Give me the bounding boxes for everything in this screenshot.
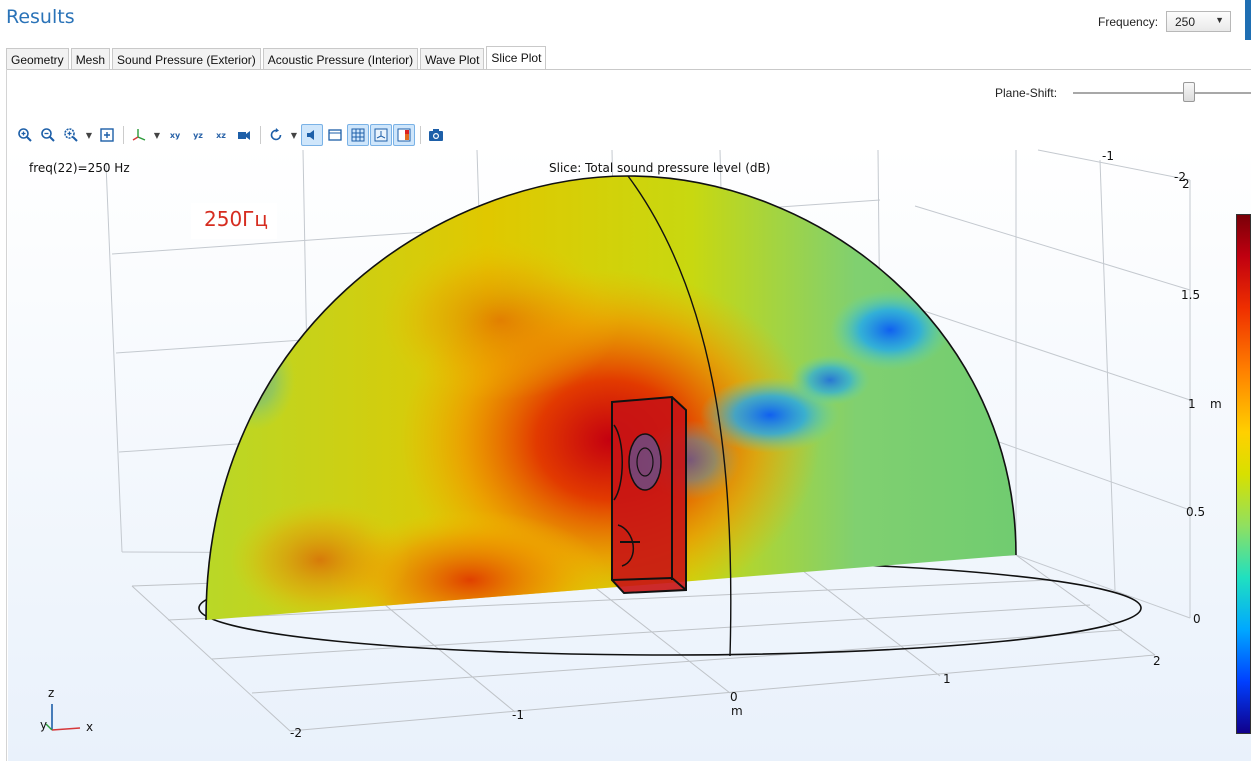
xy-view-icon[interactable]: xy [164,124,186,146]
chevron-down-icon[interactable]: ▼ [151,124,163,146]
tab-geometry[interactable]: Geometry [6,48,69,70]
back-tick-label: -2 [1174,170,1186,184]
scene-light-icon[interactable] [324,124,346,146]
color-legend-bar [1236,214,1251,734]
yz-view-icon[interactable]: yz [187,124,209,146]
tab-wave-plot[interactable]: Wave Plot [420,48,485,70]
triad-x-label: x [86,720,93,734]
tab-sound-pressure-exterior[interactable]: Sound Pressure (Exterior) [112,48,261,70]
chevron-down-icon: ▼ [1215,15,1224,25]
tab-slice-plot[interactable]: Slice Plot [486,46,547,69]
panel-border [6,69,7,761]
triad-y-label: y [40,718,47,732]
plot-tabs: Geometry Mesh Sound Pressure (Exterior) … [6,46,548,70]
z-tick-label: 1 [1188,397,1196,411]
rotate-icon[interactable] [265,124,287,146]
x-tick-label: 0 [730,690,738,704]
x-tick-label: -2 [290,726,302,740]
axis-icon[interactable] [370,124,392,146]
zoom-out-icon[interactable] [37,124,59,146]
tab-mesh[interactable]: Mesh [70,48,111,70]
results-window: Results Frequency: 250 ▼ Geometry Mesh S… [0,0,1251,761]
triad-z-label: z [48,686,54,700]
z-tick-label: 1.5 [1181,288,1200,302]
plane-shift-slider-thumb[interactable] [1182,82,1195,102]
z-tick-label: 0.5 [1186,505,1205,519]
plane-shift-slider-track[interactable] [1073,92,1251,94]
color-legend-icon[interactable] [393,124,415,146]
slice-plot-title: Slice: Total sound pressure level (dB) [549,161,771,175]
x-tick-label: 2 [1153,654,1161,668]
x-tick-label: -1 [512,708,524,722]
xz-view-icon[interactable]: xz [210,124,232,146]
frequency-value: 250 [1175,15,1196,29]
chevron-down-icon[interactable]: ▼ [288,124,300,146]
grid-icon[interactable] [347,124,369,146]
axis-orientation-icon[interactable] [128,124,150,146]
chevron-down-icon[interactable]: ▼ [83,124,95,146]
frequency-badge: 250Гц [191,203,277,239]
camera-snapshot-icon[interactable] [425,124,447,146]
z-axis-unit: m [1210,397,1222,411]
page-title: Results [6,6,75,28]
headlight-icon[interactable] [301,124,323,146]
zoom-box-icon[interactable] [60,124,82,146]
x-tick-label: 1 [943,672,951,686]
plane-shift-label: Plane-Shift: [995,86,1058,100]
frequency-readout: freq(22)=250 Hz [29,161,130,175]
tab-divider [6,69,1251,70]
panel-edge-marker [1245,0,1251,40]
z-tick-label: 0 [1193,612,1201,626]
zoom-extents-icon[interactable] [96,124,118,146]
frequency-dropdown[interactable]: 250 ▼ [1166,11,1231,32]
graphics-toolbar: ▼ ▼ xy yz xz ▼ [14,123,448,147]
x-axis-unit: m [731,704,743,718]
back-tick-label: -1 [1102,149,1114,163]
zoom-in-icon[interactable] [14,124,36,146]
go-to-view-icon[interactable] [233,124,255,146]
tab-acoustic-pressure-interior[interactable]: Acoustic Pressure (Interior) [262,48,419,70]
frequency-label: Frequency: [1098,15,1159,29]
